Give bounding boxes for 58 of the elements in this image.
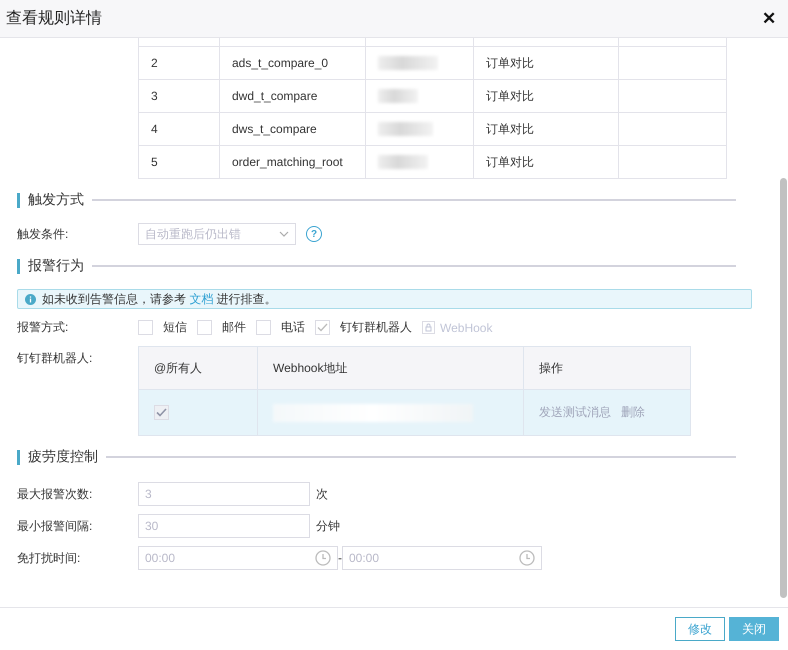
field-label: 免打扰时间: (17, 550, 82, 566)
field-label: 钉钉群机器人: (17, 350, 94, 367)
checkbox[interactable] (256, 320, 271, 335)
table-cell: 4 (138, 112, 220, 146)
action-link[interactable]: 发送测试消息 (539, 405, 611, 419)
close-dialog-button[interactable]: 关闭 (729, 617, 779, 641)
table-cell: ads_t_compare_0 (220, 46, 366, 80)
edit-button[interactable]: 修改 (675, 617, 725, 641)
field-label: 报警方式: (17, 319, 70, 336)
table-cell: order_matching_root (220, 146, 366, 178)
section-marker (17, 192, 20, 208)
table-cell: 订单对比 (474, 146, 618, 178)
notice-text: 如未收到告警信息，请参考 文档 进行排查。 (42, 290, 277, 308)
redacted-text (378, 122, 433, 136)
section-heading: 疲劳度控制 (28, 448, 98, 466)
unit-label: 分钟 (316, 518, 340, 534)
action-link[interactable]: 删除 (621, 405, 645, 419)
lock-icon (422, 321, 435, 334)
scrollbar-thumb[interactable] (780, 178, 787, 598)
redacted-text (378, 89, 418, 103)
checkbox-label: 钉钉群机器人 (340, 319, 412, 336)
section-heading: 触发方式 (28, 191, 84, 209)
clock-icon (519, 550, 535, 566)
table-cell: dws_t_compare (220, 112, 366, 146)
table-cell: 5 (138, 146, 220, 178)
field-label: 触发条件: (17, 226, 70, 242)
section-marker (17, 258, 20, 274)
checkbox[interactable] (138, 320, 153, 335)
checkbox-label: 电话 (281, 319, 305, 336)
column-header: @所有人 (138, 346, 258, 390)
table-cell: 订单对比 (474, 112, 618, 146)
chevron-down-icon (279, 231, 289, 237)
checkbox-label: 短信 (163, 319, 187, 336)
column-header: 操作 (524, 346, 690, 390)
table-cell: 订单对比 (474, 80, 618, 112)
redacted-text (378, 155, 428, 169)
dialog-title: 查看规则详情 (6, 8, 102, 29)
column-header: Webhook地址 (258, 346, 524, 390)
checkbox[interactable] (315, 320, 330, 335)
field-label: 最大报警次数: (17, 486, 94, 502)
table-cell: 订单对比 (474, 46, 618, 80)
section-marker (17, 450, 20, 464)
field-label: 最小报警间隔: (17, 518, 94, 534)
section-heading: 报警行为 (28, 257, 84, 275)
checkbox-label: 邮件 (222, 319, 246, 336)
checkbox[interactable] (154, 405, 169, 420)
range-separator: - (338, 551, 342, 565)
unit-label: 次 (316, 486, 328, 502)
table-cell: dwd_t_compare (220, 80, 366, 112)
checkbox[interactable] (197, 320, 212, 335)
close-button[interactable]: ✕ (760, 8, 778, 29)
redacted-text (378, 56, 438, 70)
checkbox-label: WebHook (440, 320, 492, 334)
docs-link[interactable]: 文档 (189, 292, 214, 306)
table-cell: 2 (138, 46, 220, 80)
info-icon (25, 294, 36, 304)
clock-icon (315, 550, 331, 566)
table-cell: 3 (138, 80, 220, 112)
